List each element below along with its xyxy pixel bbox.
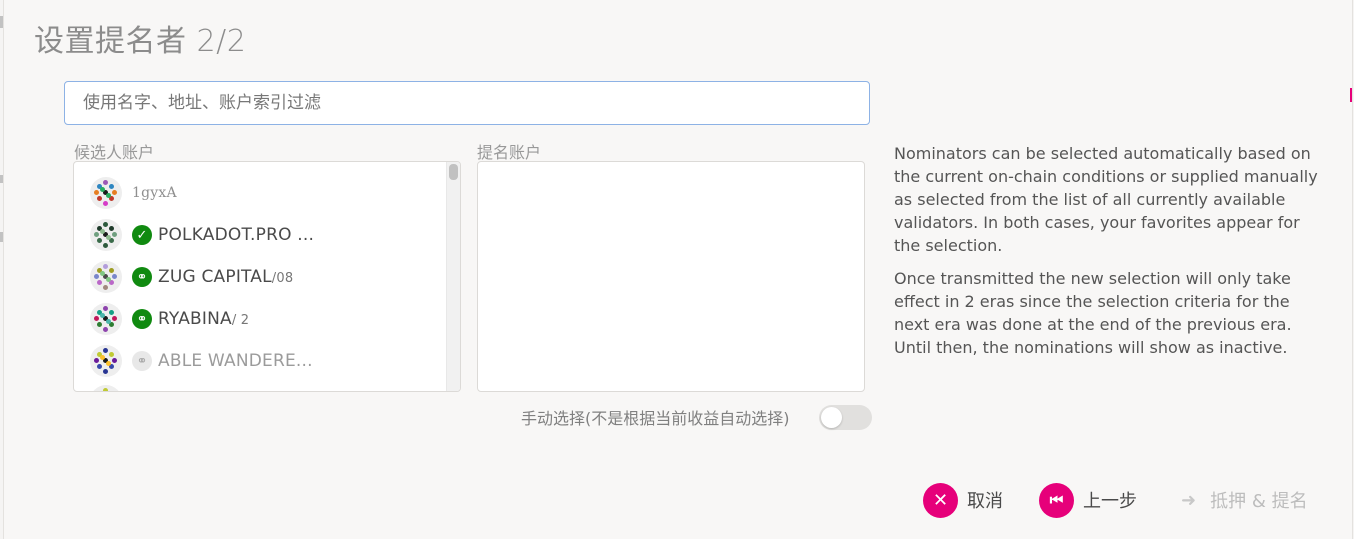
identicon-avatar xyxy=(90,303,122,335)
manual-select-label: 手动选择(不是根据当前收益自动选择) xyxy=(521,409,790,428)
candidate-item[interactable]: ⚭ RYABINA/ 2 xyxy=(90,302,249,336)
identicon-avatar xyxy=(90,261,122,293)
link-icon-grey: ⚭ xyxy=(132,351,152,371)
nominated-list[interactable] xyxy=(477,161,865,392)
candidate-sub-identity: /08 xyxy=(271,271,294,286)
candidate-item[interactable]: 1gyxA xyxy=(90,176,177,210)
candidate-accounts-label: 候选人账户 xyxy=(74,143,155,162)
link-icon: ⚭ xyxy=(132,309,152,329)
modal-title: 设置提名者 2/2 xyxy=(34,24,247,59)
back-label: 上一步 xyxy=(1083,491,1137,512)
identicon-avatar xyxy=(90,385,122,391)
candidate-list[interactable]: 1gyxA ✓ POLKADOT.PRO ... ⚭ ZUG CAPITAL/0… xyxy=(73,161,461,392)
toggle-knob xyxy=(821,407,842,428)
candidate-item[interactable]: ⚭ ABLE WANDERE... xyxy=(90,344,313,378)
info-panel: Nominators can be selected automatically… xyxy=(894,142,1324,369)
bond-nominate-button[interactable]: ➜ 抵押 & 提名 xyxy=(1181,482,1308,518)
candidate-list-scrollbar[interactable] xyxy=(446,162,460,391)
candidate-item[interactable] xyxy=(90,384,122,391)
identicon-avatar xyxy=(90,219,122,251)
candidate-name: POLKADOT.PRO ... xyxy=(158,225,315,245)
set-nominators-modal: 设置提名者 2/2 候选人账户 提名账户 1gyxA ✓ POLKADOT.PR… xyxy=(3,0,1353,539)
step-backward-icon: ⏮ xyxy=(1039,482,1074,518)
candidate-item[interactable]: ✓ POLKADOT.PRO ... xyxy=(90,218,314,252)
candidate-name: 1gyxA xyxy=(132,185,177,201)
bond-nominate-label: 抵押 & 提名 xyxy=(1210,491,1308,512)
candidate-sub-identity: / 2 xyxy=(231,313,250,328)
back-button[interactable]: ⏮ 上一步 xyxy=(1039,482,1137,518)
manual-select-toggle[interactable] xyxy=(819,405,872,430)
candidate-name: RYABINA/ 2 xyxy=(158,309,250,329)
sign-in-icon: ➜ xyxy=(1181,489,1197,511)
candidate-name: ZUG CAPITAL/08 xyxy=(158,267,294,287)
close-icon: ✕ xyxy=(923,482,958,518)
nominated-accounts-label: 提名账户 xyxy=(477,143,542,162)
background-accent-mark xyxy=(1350,88,1352,102)
verified-check-icon: ✓ xyxy=(132,225,152,245)
candidate-item[interactable]: ⚭ ZUG CAPITAL/08 xyxy=(90,260,293,294)
cancel-button[interactable]: ✕ 取消 xyxy=(923,482,1003,518)
identicon-avatar xyxy=(90,345,122,377)
cancel-label: 取消 xyxy=(967,491,1003,512)
identicon-avatar xyxy=(90,177,122,209)
link-icon: ⚭ xyxy=(132,267,152,287)
info-paragraph: Nominators can be selected automatically… xyxy=(894,144,1318,255)
filter-input[interactable] xyxy=(64,81,870,125)
scrollbar-thumb[interactable] xyxy=(449,164,458,180)
candidate-name: ABLE WANDERE... xyxy=(158,351,313,371)
info-paragraph: Once transmitted the new selection will … xyxy=(894,269,1292,357)
